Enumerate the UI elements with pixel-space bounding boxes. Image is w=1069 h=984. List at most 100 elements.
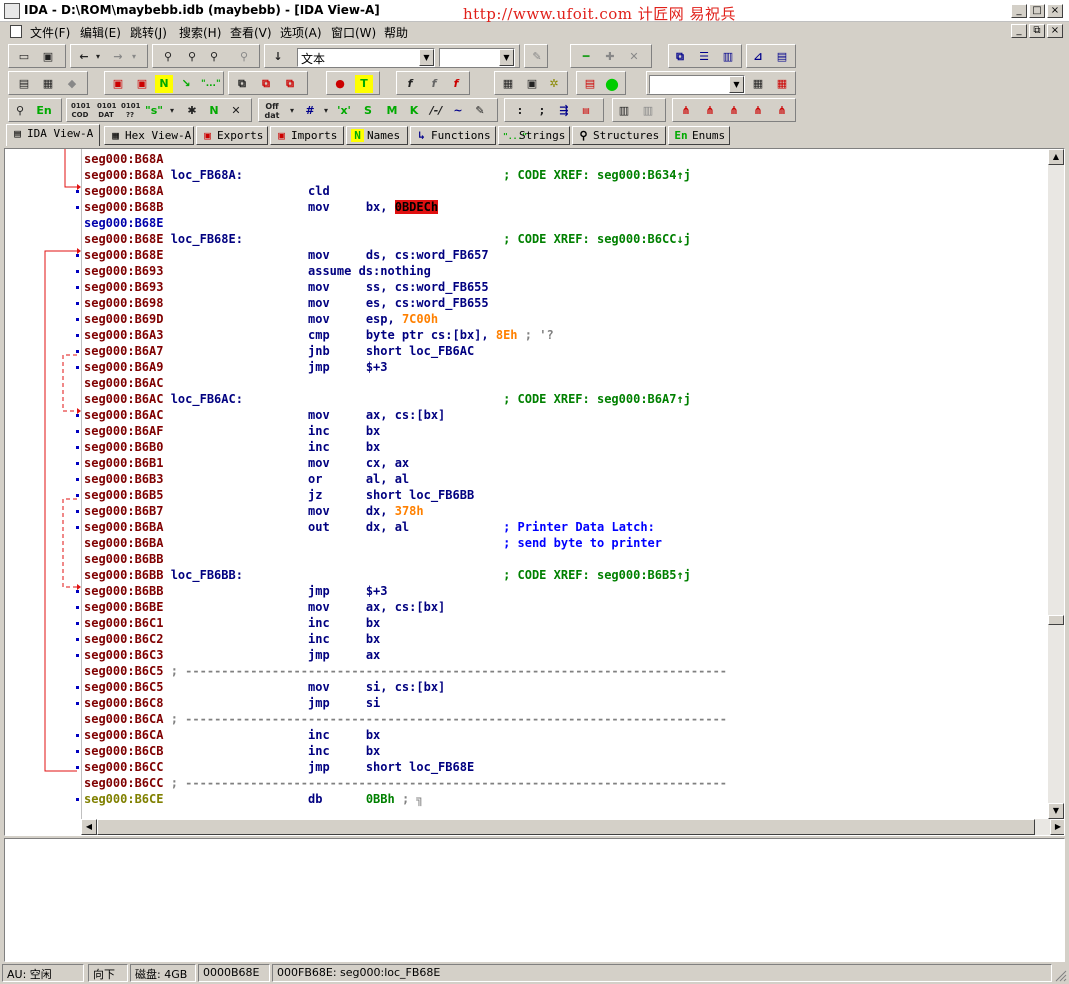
scroll-down-icon[interactable]: ▼ (1048, 803, 1064, 819)
disasm-line[interactable]: seg000:B68A (84, 151, 171, 167)
disasm-line[interactable]: seg000:B6AC mov ax, cs:[bx] (84, 407, 445, 423)
disasm-line[interactable]: seg000:B6C3 jmp ax (84, 647, 380, 663)
disasm-line[interactable]: seg000:B6CE db 0BBh ; ╗ (84, 791, 424, 807)
bitwise-not-icon[interactable]: /-/ (427, 102, 445, 120)
back-dropdown-icon[interactable]: ▾ (89, 48, 107, 66)
disasm-line[interactable]: seg000:B6CA inc bx (84, 727, 380, 743)
plus-icon[interactable]: ✚ (601, 48, 619, 66)
vertical-scroll-thumb[interactable] (1048, 615, 1064, 625)
disasm-line[interactable]: seg000:B6C5 mov si, cs:[bx] (84, 679, 445, 695)
menu-file[interactable]: 文件(F) (30, 24, 70, 41)
scroll-left-icon[interactable]: ◀ (81, 819, 97, 835)
disasm-line[interactable]: seg000:B68E mov ds, cs:word_FB657 (84, 247, 489, 263)
disasm-line[interactable]: seg000:B68B mov bx, 0BDECh (84, 199, 439, 215)
data-icon[interactable]: ▣ (133, 75, 151, 93)
enum-member-icon[interactable]: M (383, 102, 401, 120)
unexplored-binary-icon[interactable]: 0101 ?? (121, 102, 140, 120)
child-close-button[interactable]: × (1047, 24, 1063, 38)
stack-var-icon[interactable]: K (405, 102, 423, 120)
disassembly-view[interactable]: seg000:B68A seg000:B68A loc_FB68A: ; COD… (4, 148, 1065, 836)
menu-help[interactable]: 帮助 (384, 24, 408, 41)
horizontal-scrollbar[interactable]: ◀ ▶ (81, 819, 1064, 835)
function-end-icon[interactable]: f (447, 75, 465, 93)
save-icon[interactable]: ▣ (39, 48, 57, 66)
disasm-line[interactable]: seg000:B6A9 jmp $+3 (84, 359, 388, 375)
binoculars-next-icon[interactable]: ⚲ (183, 48, 201, 66)
undefine-icon[interactable]: ↘ (177, 75, 195, 93)
binoculars-search-icon[interactable]: ⚲ (159, 48, 177, 66)
rename-n-icon[interactable]: N (205, 102, 223, 120)
string-icon[interactable]: "..." (201, 75, 221, 93)
tab-imports[interactable]: ▣ Imports (270, 126, 344, 145)
disasm-line[interactable]: seg000:B68A cld (84, 183, 330, 199)
secondary-combo[interactable]: ▼ (439, 48, 515, 67)
structure-icon[interactable]: ⚲ (11, 102, 29, 120)
xrefs-to-icon[interactable]: ⋔ (725, 102, 743, 120)
disasm-line[interactable]: seg000:B6CC jmp short loc_FB68E (84, 759, 474, 775)
gear-icon[interactable]: ✲ (545, 75, 563, 93)
output-window[interactable] (4, 838, 1065, 962)
disasm-line[interactable]: seg000:B6B1 mov cx, ax (84, 455, 409, 471)
close-x-icon[interactable]: ✕ (625, 48, 643, 66)
disasm-line[interactable]: seg000:B6BB loc_FB6BB: ; CODE XREF: seg0… (84, 567, 691, 583)
segment-s-icon[interactable]: S (359, 102, 377, 120)
script-icon[interactable]: ▤ (581, 75, 599, 93)
code-listing[interactable]: seg000:B68A seg000:B68A loc_FB68A: ; COD… (81, 149, 1050, 819)
disasm-line[interactable]: seg000:B6B5 jz short loc_FB6BB (84, 487, 474, 503)
disasm-line[interactable]: seg000:B6C5 ; --------------------------… (84, 663, 727, 679)
binoculars-text-icon[interactable]: ⚲ (205, 48, 223, 66)
char-icon[interactable]: 'x' (335, 102, 353, 120)
struct-var-icon[interactable]: ⧉ (257, 75, 275, 93)
disasm-line[interactable]: seg000:B69D mov esp, 7C00h (84, 311, 438, 327)
array-icon[interactable]: ⧉ (233, 75, 251, 93)
disasm-line[interactable]: seg000:B6A3 cmp byte ptr cs:[bx], 8Eh ; … (84, 327, 554, 343)
menu-edit[interactable]: 编辑(E) (80, 24, 121, 41)
string-literal-icon[interactable]: "s" (145, 102, 163, 120)
disasm-line[interactable]: seg000:B6BA ; send byte to printer (84, 535, 662, 551)
disasm-line[interactable]: seg000:B6CA ; --------------------------… (84, 711, 727, 727)
child-minimize-button[interactable]: _ (1011, 24, 1027, 38)
run-green-icon[interactable]: ● (603, 75, 621, 93)
tab-strings[interactable]: "..."Strings (498, 126, 570, 145)
menu-search[interactable]: 搜索(H) (179, 24, 221, 41)
tile-vertical-icon[interactable]: ▥ (719, 48, 737, 66)
binoculars-disabled-icon[interactable]: ⚲ (235, 48, 253, 66)
bar-chart-icon[interactable]: ▥ (615, 102, 633, 120)
tab-names[interactable]: N Names (346, 126, 408, 145)
disasm-line[interactable]: seg000:B6BA out dx, al ; Printer Data La… (84, 519, 655, 535)
disasm-line[interactable]: seg000:B6BB (84, 551, 171, 567)
debug-stop-icon[interactable]: ▦ (773, 75, 791, 93)
tab-exports[interactable]: ▣ Exports (196, 126, 268, 145)
scroll-up-icon[interactable]: ▲ (1048, 149, 1064, 165)
offset-icon[interactable]: Off dat (263, 102, 281, 120)
call-graph-icon[interactable]: ⋔ (701, 102, 719, 120)
disasm-line[interactable]: seg000:B6AC (84, 375, 171, 391)
xrefs-from-icon[interactable]: ⋔ (749, 102, 767, 120)
open-folder-icon[interactable]: ▭ (15, 48, 33, 66)
undefine-x-icon[interactable]: ✕ (227, 102, 245, 120)
number-dropdown-icon[interactable]: ▾ (317, 102, 335, 120)
disasm-line[interactable]: seg000:B6BB jmp $+3 (84, 583, 388, 599)
disasm-line[interactable]: seg000:B6A7 jnb short loc_FB6AC (84, 343, 474, 359)
tab-enums[interactable]: En Enums (668, 126, 730, 145)
maximize-button[interactable]: □ (1029, 4, 1045, 18)
disasm-line[interactable]: seg000:B698 mov es, cs:word_FB655 (84, 295, 489, 311)
xref-chart-icon[interactable]: ▥ (639, 102, 657, 120)
disasm-line[interactable]: seg000:B693 assume ds:nothing (84, 263, 431, 279)
disasm-line[interactable]: seg000:B6B7 mov dx, 378h (84, 503, 424, 519)
document-menu-icon[interactable] (10, 25, 22, 38)
disasm-line[interactable]: seg000:B6CB inc bx (84, 743, 380, 759)
display-mode-combo[interactable]: 文本 ▼ (297, 48, 435, 67)
tab-functions[interactable]: ↳ Functions (410, 126, 496, 145)
repeatable-comment-icon[interactable]: ; (533, 102, 551, 120)
manual-operand-icon[interactable]: ✎ (471, 102, 489, 120)
menu-view[interactable]: 查看(V) (230, 24, 272, 41)
disasm-line[interactable]: seg000:B68E loc_FB68E: ; CODE XREF: seg0… (84, 231, 691, 247)
menu-jump[interactable]: 跳转(J) (130, 24, 167, 41)
disasm-line[interactable]: seg000:B6B0 inc bx (84, 439, 380, 455)
function-icon[interactable]: f (401, 75, 419, 93)
array-asterisk-icon[interactable]: ✱ (183, 102, 201, 120)
image-icon[interactable]: ▣ (523, 75, 541, 93)
chevron-down-icon[interactable]: ▼ (499, 49, 514, 66)
chevron-down-icon[interactable]: ▼ (729, 76, 744, 93)
